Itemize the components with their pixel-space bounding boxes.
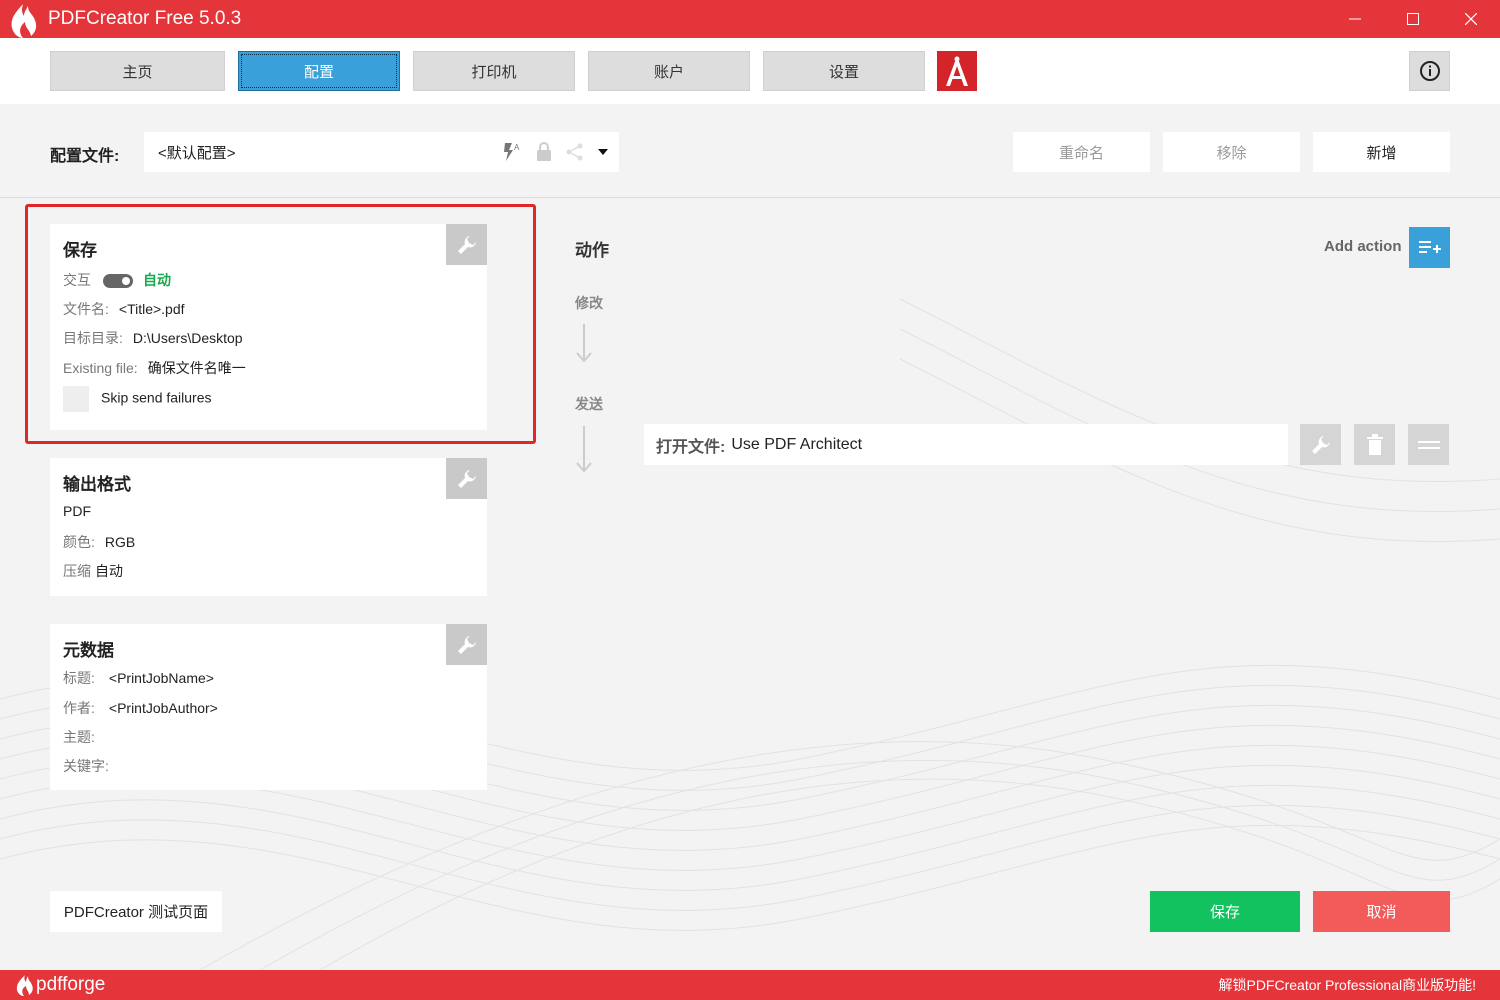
wrench-icon [457, 469, 476, 488]
maximize-button[interactable] [1384, 0, 1442, 38]
send-arrow-down-icon [576, 426, 592, 473]
drag-handle-icon [1417, 440, 1440, 449]
rename-button[interactable]: 重命名 [1013, 132, 1150, 172]
profile-label: 配置文件: [50, 148, 120, 165]
metadata-title-value: <PrintJobName> [108, 670, 214, 686]
compression-value: 自动 [95, 563, 123, 579]
action-item-open-file[interactable]: 打开文件: Use PDF Architect [644, 424, 1288, 465]
pdfforge-flame-icon [16, 975, 33, 996]
window-title: PDFCreator Free 5.0.3 [48, 8, 242, 29]
metadata-edit-button[interactable] [446, 624, 487, 665]
action-edit-button[interactable] [1300, 424, 1341, 465]
tab-printers[interactable]: 打印机 [413, 51, 575, 91]
action-item-value: Use PDF Architect [731, 435, 863, 453]
close-button[interactable] [1442, 0, 1500, 38]
title-bar: PDFCreator Free 5.0.3 [0, 0, 1500, 38]
pdf-architect-logo-icon[interactable] [937, 51, 977, 91]
trash-icon [1366, 433, 1383, 455]
modify-section-label: 修改 [575, 295, 603, 311]
footer-bar: pdfforge 解锁PDFCreator Professional商业版功能! [0, 970, 1500, 1000]
author-label: 作者: [63, 700, 95, 716]
wrench-icon [1311, 435, 1330, 454]
metadata-title: 元数据 [63, 641, 114, 660]
profile-selected-value: <默认配置> [158, 144, 236, 162]
tab-home[interactable]: 主页 [50, 51, 225, 91]
output-format-edit-button[interactable] [446, 458, 487, 499]
action-item-label: 打开文件: [656, 438, 726, 456]
color-label: 颜色: [63, 534, 95, 550]
main-navigation: 主页 配置 打印机 账户 设置 [0, 38, 1500, 104]
actions-title: 动作 [575, 241, 609, 260]
minimize-button[interactable] [1326, 0, 1384, 38]
close-icon [1465, 13, 1477, 25]
upgrade-promo-link[interactable]: 解锁PDFCreator Professional商业版功能! [1218, 975, 1476, 995]
maximize-icon [1407, 13, 1419, 25]
keywords-label: 关键字: [63, 758, 109, 774]
info-icon [1419, 61, 1440, 81]
action-delete-button[interactable] [1354, 424, 1395, 465]
action-drag-handle[interactable] [1408, 424, 1449, 465]
tab-profiles[interactable]: 配置 [238, 51, 400, 91]
subject-label: 主题: [63, 729, 95, 745]
profile-selector-row: 配置文件: <默认配置> A 重命名 移除 新增 [0, 104, 1500, 198]
info-button[interactable] [1409, 51, 1450, 91]
color-value: RGB [104, 534, 136, 550]
add-action-button[interactable] [1409, 227, 1450, 268]
test-page-button[interactable]: PDFCreator 测试页面 [50, 891, 222, 932]
pdfcreator-flame-icon [0, 0, 46, 38]
profile-dropdown[interactable]: <默认配置> A [144, 132, 619, 172]
remove-button[interactable]: 移除 [1163, 132, 1300, 172]
lock-icon [537, 142, 551, 161]
tab-settings[interactable]: 设置 [763, 51, 925, 91]
tab-accounts[interactable]: 账户 [588, 51, 750, 91]
output-format-card: 输出格式 PDF 颜色: RGB 压缩 自动 [50, 458, 487, 596]
wrench-icon [457, 635, 476, 654]
output-format-title: 输出格式 [63, 475, 131, 494]
chevron-down-icon [598, 149, 608, 155]
add-action-label: Add action [1324, 238, 1402, 255]
playlist-add-icon [1418, 240, 1441, 253]
share-icon [566, 143, 583, 161]
svg-text:A: A [514, 143, 520, 152]
compression-label: 压缩 [63, 563, 91, 579]
minimize-icon [1349, 18, 1361, 20]
author-value: <PrintJobAuthor> [108, 700, 218, 716]
add-profile-button[interactable]: 新增 [1313, 132, 1450, 172]
metadata-card: 元数据 标题: <PrintJobName> 作者: <PrintJobAuthor… [50, 624, 487, 790]
highlight-box [25, 204, 536, 444]
send-section-label: 发送 [575, 396, 603, 412]
flash-auto-icon: A [504, 143, 520, 161]
modify-arrow-down-icon [576, 324, 592, 363]
metadata-title-label: 标题: [63, 670, 95, 686]
pdfforge-brand[interactable]: pdfforge [36, 974, 105, 996]
save-button[interactable]: 保存 [1150, 891, 1300, 932]
output-format-value: PDF [63, 503, 91, 519]
cancel-button[interactable]: 取消 [1313, 891, 1450, 932]
